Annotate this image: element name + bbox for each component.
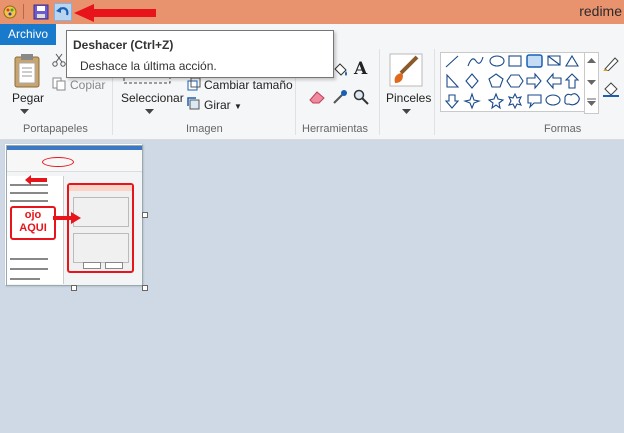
up-arrow-shape-icon (564, 73, 580, 89)
resize-button[interactable]: Cambiar tamaño (204, 78, 293, 92)
chevron-down-icon: ▼ (234, 102, 242, 111)
outline-icon[interactable] (602, 55, 620, 71)
copy-button[interactable]: Copiar (70, 78, 105, 92)
tab-archivo[interactable]: Archivo (0, 24, 56, 45)
pentagon-shape-icon (488, 73, 504, 88)
diamond-shape-icon (465, 73, 479, 89)
embedded-ribbon (7, 150, 142, 172)
callout-rect-shape-icon (527, 94, 542, 109)
paste-label: Pegar (12, 91, 45, 105)
triangle-shape-icon (565, 54, 579, 67)
save-icon[interactable] (33, 4, 49, 20)
four-point-star-shape-icon (463, 92, 481, 110)
undo-icon[interactable] (54, 3, 72, 21)
paint-app-icon[interactable] (2, 4, 18, 20)
scissors-icon[interactable] (52, 53, 66, 67)
brush-icon[interactable] (389, 53, 423, 87)
embedded-red-circle (42, 157, 74, 167)
shapes-grid[interactable] (441, 53, 584, 111)
embedded-red-arrow (53, 212, 81, 224)
cloud-shape-icon (564, 93, 580, 106)
group-divider (379, 49, 380, 135)
group-label-shapes: Formas (544, 123, 582, 135)
resize-handle-bottom[interactable] (71, 285, 77, 291)
paste-icon[interactable] (12, 53, 42, 89)
rotate-icon[interactable] (187, 97, 201, 111)
chevron-down-icon[interactable] (587, 80, 596, 86)
image-canvas[interactable]: ojo AQUI (5, 144, 143, 286)
expand-gallery-icon[interactable] (587, 98, 596, 107)
embedded-resize-dialog (67, 183, 134, 273)
polygon-shape-icon (547, 55, 561, 66)
rotate-label: Girar (204, 98, 231, 112)
chevron-down-icon[interactable] (402, 109, 411, 115)
chevron-up-icon[interactable] (587, 57, 596, 63)
brushes-button[interactable]: Pinceles (386, 91, 431, 105)
oval-shape-icon (489, 55, 505, 67)
window-title: redime (579, 3, 622, 19)
chevron-down-icon[interactable] (145, 109, 154, 115)
group-label-image: Imagen (186, 123, 223, 135)
rectangle-shape-icon (508, 55, 522, 67)
shapes-scrollbar[interactable] (584, 52, 599, 114)
red-arrow-annotation (74, 4, 156, 22)
annotation-box: ojo AQUI (10, 206, 56, 240)
embedded-screenshot: ojo AQUI (6, 145, 143, 286)
title-bar: redime (0, 0, 624, 24)
tooltip-description: Deshace la última acción. (80, 59, 217, 73)
callout-oval-shape-icon (545, 94, 561, 106)
group-label-clipboard: Portapapeles (23, 123, 88, 135)
copy-icon[interactable] (52, 77, 66, 91)
annotation-line1: ojo (24, 209, 42, 221)
resize-handle-right[interactable] (142, 212, 148, 218)
resize-handle-corner[interactable] (142, 285, 148, 291)
shapes-gallery (440, 52, 585, 112)
group-divider (434, 49, 435, 135)
text-tool-icon[interactable]: A (354, 59, 367, 79)
resize-icon[interactable] (187, 77, 201, 91)
qat-divider (23, 4, 24, 19)
magnifier-icon[interactable] (353, 89, 369, 105)
paste-button[interactable]: Pegar (12, 91, 44, 105)
eraser-icon[interactable] (308, 89, 326, 105)
rounded-rectangle-shape-icon (526, 54, 543, 68)
five-point-star-shape-icon (487, 92, 505, 110)
fill-bucket-icon[interactable] (332, 62, 348, 78)
color-picker-icon[interactable] (332, 89, 348, 105)
canvas-area[interactable]: ojo AQUI (0, 140, 624, 433)
fill-icon[interactable] (602, 81, 620, 97)
group-label-tools: Herramientas (302, 123, 369, 135)
rotate-button[interactable]: Girar ▼ (204, 98, 242, 112)
tooltip-title: Deshacer (Ctrl+Z) (73, 38, 174, 52)
left-arrow-shape-icon (546, 72, 562, 90)
right-arrow-shape-icon (526, 72, 542, 90)
embedded-small-arrow (25, 175, 47, 185)
undo-tooltip: Deshacer (Ctrl+Z) Deshace la última acci… (66, 30, 334, 78)
curve-shape-icon (467, 56, 484, 67)
right-triangle-shape-icon (446, 73, 460, 88)
chevron-down-icon[interactable] (20, 109, 29, 115)
line-shape-icon (445, 55, 459, 68)
six-point-star-shape-icon (507, 92, 523, 110)
hexagon-shape-icon (506, 74, 524, 88)
annotation-line2: AQUI (19, 222, 47, 234)
down-arrow-shape-icon (444, 94, 460, 109)
select-button[interactable]: Seleccionar (121, 91, 184, 105)
